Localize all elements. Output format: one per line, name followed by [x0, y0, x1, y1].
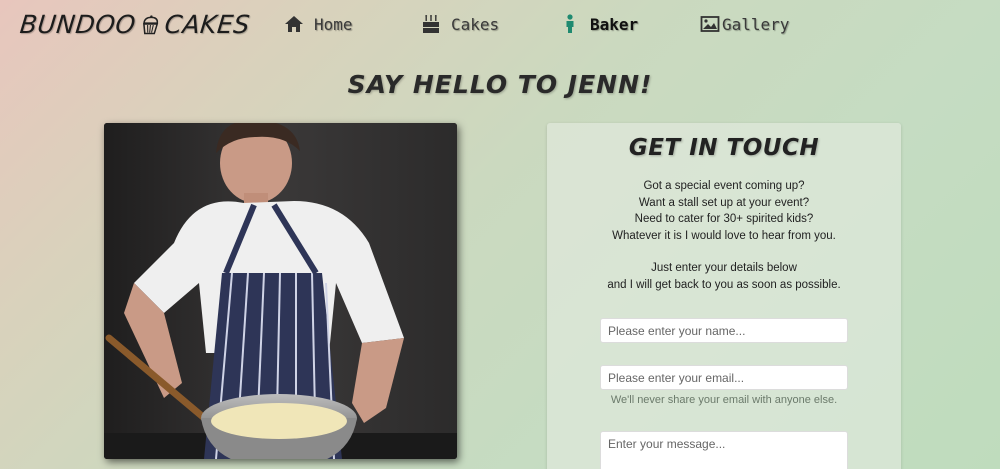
contact-instructions-line-2: and I will get back to you as soon as po…: [607, 278, 841, 291]
birthday-cake-icon: [423, 15, 439, 33]
contact-intro-line-3: Need to cater for 30+ spirited kids?: [634, 213, 814, 225]
home-icon: [285, 16, 303, 32]
nav-item-cakes[interactable]: Cakes: [421, 14, 499, 34]
nav-item-home[interactable]: Home: [284, 14, 353, 34]
nav-item-gallery[interactable]: Gallery: [700, 14, 789, 34]
baker-photo: [104, 123, 457, 459]
image-icon: [700, 16, 720, 32]
name-input[interactable]: [600, 318, 848, 343]
main-nav: Home Cakes Baker Gallery: [0, 0, 1000, 50]
nav-label-gallery: Gallery: [722, 14, 790, 34]
nav-label-baker: Baker: [590, 14, 639, 34]
person-icon: [566, 14, 574, 33]
message-input[interactable]: [600, 431, 848, 469]
contact-intro-line-1: Got a special event coming up?: [643, 180, 805, 192]
nav-label-home: Home: [314, 14, 353, 34]
page-heading: SAY HELLO TO JENN!: [347, 70, 653, 99]
contact-instructions-line-1: Just enter your details below: [651, 262, 797, 274]
contact-intro-line-2: Want a stall set up at your event?: [638, 196, 810, 209]
contact-card: GET IN TOUCH Got a special event coming …: [547, 123, 901, 469]
nav-item-baker[interactable]: Baker: [560, 14, 638, 34]
contact-title: GET IN TOUCH: [628, 135, 820, 161]
email-help-text: We'll never share your email with anyone…: [610, 394, 838, 406]
contact-intro-line-4: Whatever it is I would love to hear from…: [612, 229, 836, 242]
email-input[interactable]: [600, 365, 848, 390]
nav-label-cakes: Cakes: [451, 14, 500, 34]
